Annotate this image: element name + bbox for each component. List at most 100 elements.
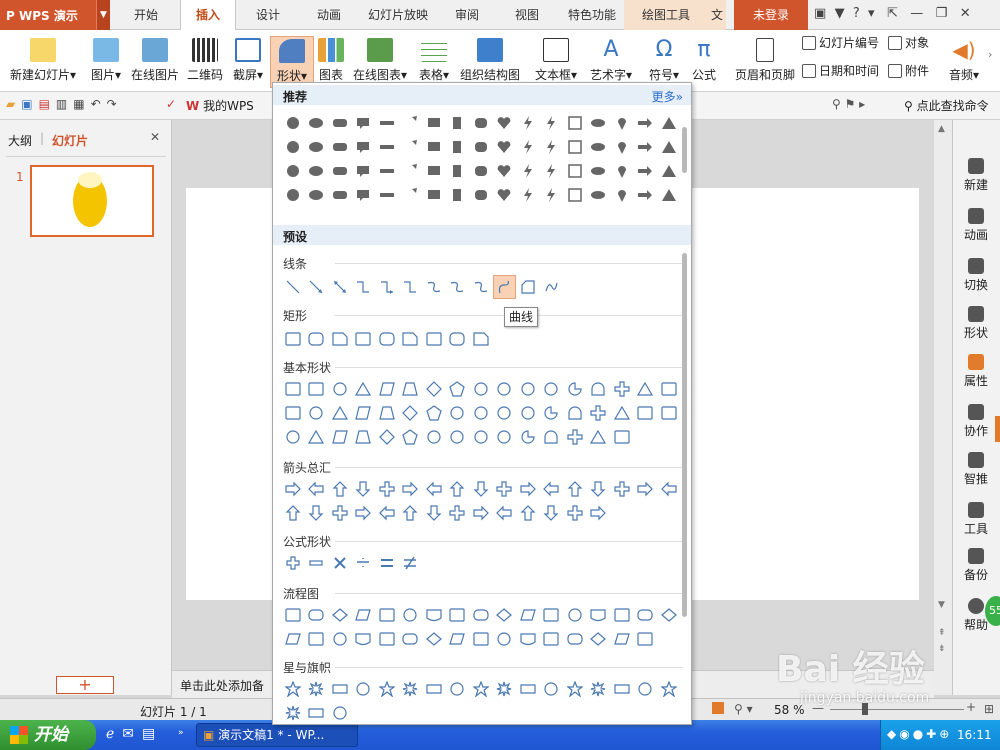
pane-collapse-tab[interactable] — [995, 416, 1000, 442]
basic-shape-icon[interactable] — [469, 425, 493, 449]
flowchart-shape-icon[interactable] — [422, 627, 446, 651]
basic-shape-icon[interactable] — [587, 425, 611, 449]
basic-shape-icon[interactable] — [328, 377, 352, 401]
slide-number-button[interactable]: 幻灯片编号 — [802, 34, 879, 52]
flowchart-shape-icon[interactable] — [563, 603, 587, 627]
arrow-shape-icon[interactable] — [493, 477, 517, 501]
recommended-shape-icon[interactable] — [446, 135, 470, 159]
equation-shape-icon[interactable] — [399, 551, 423, 575]
arrow-shape-icon[interactable] — [469, 501, 493, 525]
pane-collab[interactable]: 协作 — [953, 404, 999, 439]
tab-insert[interactable]: 插入 — [180, 0, 236, 30]
equation-shape-icon[interactable] — [305, 551, 329, 575]
line-shape-icon[interactable] — [281, 275, 305, 299]
arrow-shape-icon[interactable] — [352, 477, 376, 501]
rectangle-shape-icon[interactable] — [422, 327, 446, 351]
basic-shape-icon[interactable] — [493, 377, 517, 401]
star-shape-icon[interactable] — [469, 677, 493, 701]
arrow-shape-icon[interactable] — [610, 477, 634, 501]
flowchart-shape-icon[interactable] — [281, 603, 305, 627]
recommended-shape-icon[interactable] — [634, 111, 658, 135]
tab-home[interactable]: 开始 — [124, 0, 168, 30]
basic-shape-icon[interactable] — [399, 401, 423, 425]
arrow-shape-icon[interactable] — [469, 477, 493, 501]
line-shape-icon[interactable] — [375, 275, 399, 299]
basic-shape-icon[interactable] — [634, 377, 658, 401]
table-button[interactable]: 表格▾ — [414, 36, 454, 88]
symbol-button[interactable]: Ω 符号▾ — [644, 36, 684, 88]
recommended-shape-icon[interactable] — [375, 183, 399, 207]
line-shape-icon[interactable] — [469, 275, 493, 299]
recommended-shape-icon[interactable] — [493, 183, 517, 207]
equation-shape-icon[interactable] — [375, 551, 399, 575]
recommended-shape-icon[interactable] — [399, 159, 423, 183]
recommended-shape-icon[interactable] — [540, 111, 564, 135]
flowchart-shape-icon[interactable] — [328, 603, 352, 627]
recommended-shape-icon[interactable] — [563, 159, 587, 183]
recommended-shape-icon[interactable] — [657, 111, 681, 135]
star-shape-icon[interactable] — [281, 677, 305, 701]
flowchart-shape-icon[interactable] — [305, 627, 329, 651]
recommended-scroll-thumb[interactable] — [682, 127, 687, 173]
recommended-shape-icon[interactable] — [328, 183, 352, 207]
star-shape-icon[interactable] — [305, 677, 329, 701]
scroll-up-icon[interactable]: ▲ — [938, 124, 945, 134]
flowchart-shape-icon[interactable] — [634, 603, 658, 627]
flowchart-shape-icon[interactable] — [375, 627, 399, 651]
zoom-slider[interactable] — [830, 709, 964, 710]
arrow-shape-icon[interactable] — [305, 477, 329, 501]
recommended-shape-icon[interactable] — [422, 135, 446, 159]
recommended-shape-icon[interactable] — [352, 135, 376, 159]
recommended-shape-icon[interactable] — [422, 111, 446, 135]
app-menu-button[interactable]: P WPS 演示 ▼ — [0, 0, 110, 30]
arrow-shape-icon[interactable] — [563, 477, 587, 501]
equation-shape-icon[interactable] — [352, 551, 376, 575]
recommended-shape-icon[interactable] — [328, 159, 352, 183]
recommended-shape-icon[interactable] — [328, 111, 352, 135]
line-shape-icon[interactable] — [516, 275, 540, 299]
textbox-button[interactable]: 文本框▾ — [532, 36, 580, 88]
rectangle-shape-icon[interactable] — [399, 327, 423, 351]
recommended-shape-icon[interactable] — [540, 183, 564, 207]
preview-icon[interactable]: ▦ — [73, 97, 90, 111]
close-icon[interactable]: ✕ — [960, 6, 971, 21]
redo-icon[interactable]: ↷ — [107, 97, 123, 111]
recommended-shape-icon[interactable] — [493, 159, 517, 183]
shirt-icon[interactable]: ▼ — [835, 6, 845, 21]
recommended-shape-icon[interactable] — [587, 183, 611, 207]
recommended-shape-icon[interactable] — [399, 183, 423, 207]
recommended-shape-icon[interactable] — [375, 135, 399, 159]
flowchart-shape-icon[interactable] — [540, 603, 564, 627]
login-button[interactable]: 未登录 — [734, 0, 808, 30]
print-icon[interactable]: ▥ — [56, 97, 73, 111]
flowchart-shape-icon[interactable] — [281, 627, 305, 651]
flowchart-shape-icon[interactable] — [610, 627, 634, 651]
tab-review[interactable]: 审阅 — [444, 0, 490, 30]
basic-shape-icon[interactable] — [446, 377, 470, 401]
basic-shape-icon[interactable] — [352, 401, 376, 425]
star-shape-icon[interactable] — [352, 677, 376, 701]
picture-button[interactable]: 图片▾ — [86, 36, 126, 88]
screenshot-button[interactable]: 截屏▾ — [230, 36, 266, 88]
basic-shape-icon[interactable] — [469, 377, 493, 401]
online-picture-button[interactable]: 在线图片 — [130, 36, 180, 88]
line-shape-icon[interactable] — [446, 275, 470, 299]
recommended-shape-icon[interactable] — [446, 159, 470, 183]
basic-shape-icon[interactable] — [610, 425, 634, 449]
start-button[interactable]: 开始 — [0, 720, 96, 750]
recommended-shape-icon[interactable] — [634, 183, 658, 207]
arrow-shape-icon[interactable] — [399, 477, 423, 501]
basic-shape-icon[interactable] — [375, 377, 399, 401]
rectangle-shape-icon[interactable] — [446, 327, 470, 351]
flowchart-shape-icon[interactable] — [516, 603, 540, 627]
tab-view[interactable]: 视图 — [504, 0, 550, 30]
line-shape-icon[interactable] — [540, 275, 564, 299]
basic-shape-icon[interactable] — [422, 401, 446, 425]
basic-shape-icon[interactable] — [352, 425, 376, 449]
star-shape-icon[interactable] — [422, 677, 446, 701]
recommended-shape-icon[interactable] — [493, 135, 517, 159]
tab-outline[interactable]: 大纲 — [8, 132, 32, 149]
zoom-in-icon[interactable]: + — [966, 700, 976, 714]
qrcode-button[interactable]: 二维码 — [186, 36, 224, 88]
basic-shape-icon[interactable] — [587, 377, 611, 401]
